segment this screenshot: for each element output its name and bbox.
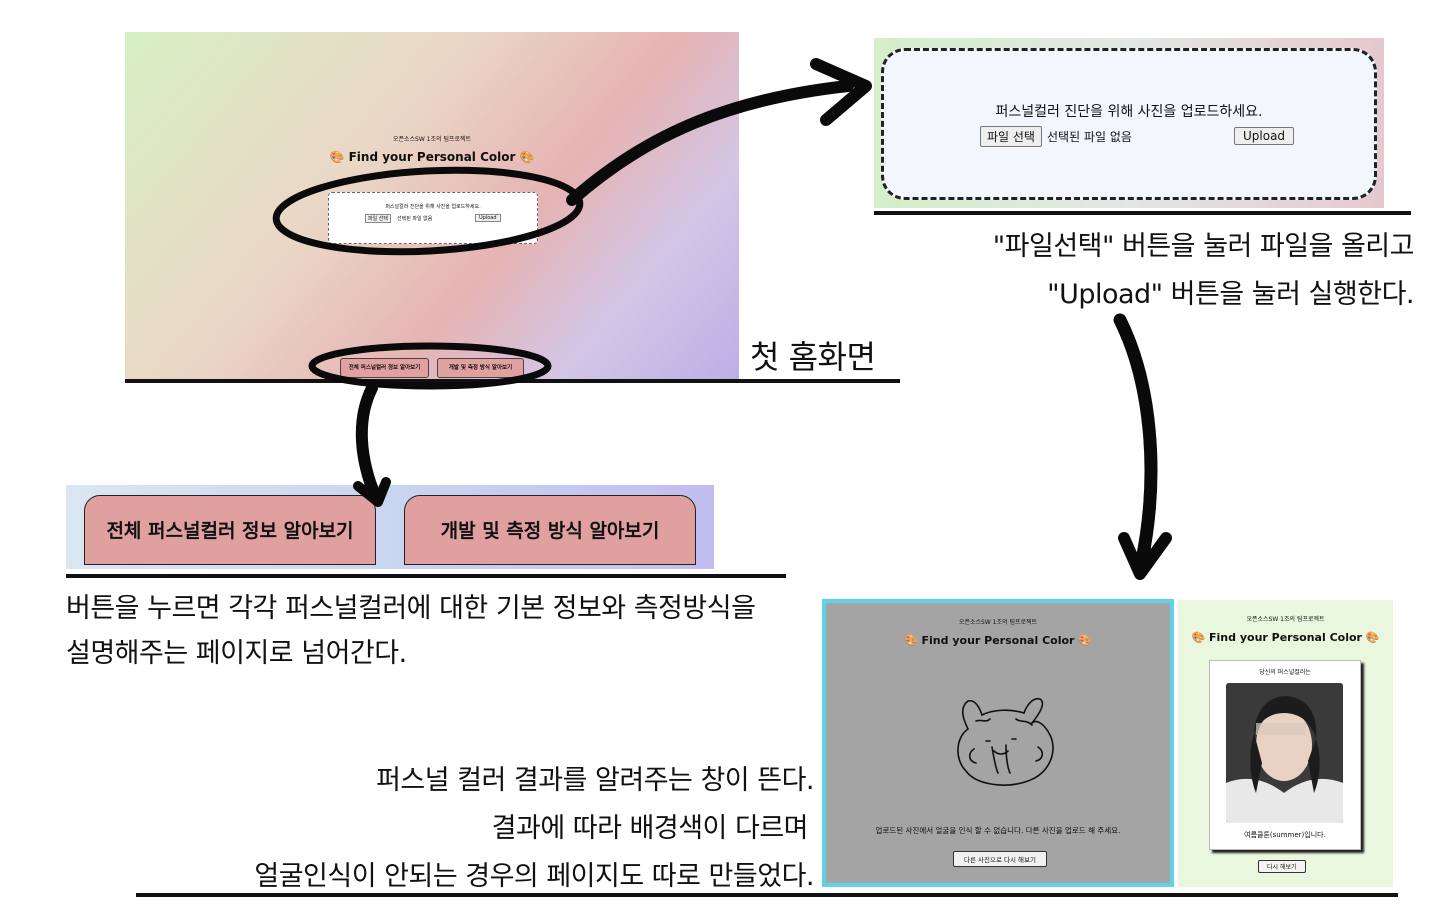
dev-button-zoomed[interactable]: 개발 및 측정 방식 알아보기 — [404, 495, 696, 565]
upload-button[interactable]: Upload — [475, 214, 501, 222]
arrow-to-buttons — [355, 382, 382, 504]
buttons-caption-line2: 설명해주는 페이지로 넘어간다. — [66, 638, 407, 669]
result-card: 당신의 퍼스널컬러는 여름쿨톤(summer)입니다. — [1209, 660, 1361, 850]
retry-other-photo-button[interactable]: 다른 사진으로 다시 해보기 — [953, 851, 1047, 867]
doodle-face-icon — [957, 697, 1054, 786]
page-title: 🎨 Find your Personal Color 🎨 — [1191, 631, 1380, 644]
upload-caption-line1: "파일선택" 버튼을 눌러 파일을 올리고 — [992, 231, 1415, 262]
result-caption-line3: 얼굴인식이 안되는 경우의 페이지도 따로 만들었다. — [254, 861, 814, 892]
fail-result-panel: 오픈소스SW 1조의 팀프로젝트 🎨 Find your Personal Co… — [822, 599, 1174, 887]
dev-button[interactable]: 개발 및 측정 방식 알아보기 — [437, 358, 524, 378]
home-underline — [125, 379, 900, 383]
success-result-panel: 오픈소스SW 1조의 팀프로젝트 🎨 Find your Personal Co… — [1178, 600, 1393, 887]
page-title: 🎨 Find your Personal Color 🎨 — [329, 150, 535, 164]
upload-button[interactable]: Upload — [1234, 127, 1295, 145]
file-status: 선택된 파일 없음 — [397, 216, 433, 222]
arrow-to-result-head — [1118, 532, 1172, 580]
face-photo — [1226, 683, 1343, 823]
upload-crop: 퍼스널컬러 진단을 위해 사진을 업로드하세요. 파일 선택 선택된 파일 없음… — [874, 38, 1384, 208]
upload-prompt: 퍼스널컬러 진단을 위해 사진을 업로드하세요. — [385, 204, 481, 210]
upload-box-zoomed: 퍼스널컬러 진단을 위해 사진을 업로드하세요. 파일 선택 선택된 파일 없음… — [881, 48, 1377, 200]
result-label: 당신의 퍼스널컬러는 — [1259, 669, 1311, 676]
fail-message: 업로드된 사진에서 얼굴을 인식 할 수 없습니다. 다른 사진을 업로드 해 … — [875, 826, 1121, 835]
file-select-button[interactable]: 파일 선택 — [980, 126, 1042, 147]
result-text: 여름쿨톤(summer)입니다. — [1244, 831, 1326, 839]
home-caption: 첫 홈화면 — [750, 338, 876, 376]
file-select-button[interactable]: 파일 선택 — [365, 214, 391, 223]
arrow-to-upload-head — [810, 58, 872, 126]
upload-caption-line2: "Upload" 버튼을 눌러 실행한다. — [1047, 279, 1414, 310]
buttons-crop: 전체 퍼스널컬러 정보 알아보기 개발 및 측정 방식 알아보기 — [66, 485, 714, 569]
buttons-caption-line1: 버튼을 누르면 각각 퍼스널컬러에 대한 기본 정보와 측정방식을 — [66, 593, 756, 624]
upload-prompt: 퍼스널컬러 진단을 위해 사진을 업로드하세요. — [995, 104, 1263, 120]
result-underline — [136, 893, 1398, 897]
info-button[interactable]: 전체 퍼스널컬러 정보 알아보기 — [340, 358, 429, 378]
arrow-to-result — [1113, 313, 1158, 567]
retry-button[interactable]: 다시 해보기 — [1258, 860, 1306, 873]
result-caption-line1: 퍼스널 컬러 결과를 알려주는 창이 뜬다. — [376, 765, 814, 796]
team-label: 오픈소스SW 1조의 팀프로젝트 — [958, 619, 1038, 626]
buttons-underline — [66, 574, 786, 578]
page-title: 🎨 Find your Personal Color 🎨 — [904, 634, 1092, 647]
team-label: 오픈소스SW 1조의 팀프로젝트 — [392, 136, 472, 143]
team-label: 오픈소스SW 1조의 팀프로젝트 — [1246, 616, 1325, 623]
upload-underline — [874, 211, 1411, 215]
home-screenshot: 오픈소스SW 1조의 팀프로젝트 🎨 Find your Personal Co… — [125, 32, 739, 380]
result-caption-line2: 결과에 따라 배경색이 다르며 — [491, 813, 809, 844]
file-status: 선택된 파일 없음 — [1047, 130, 1132, 144]
info-button-zoomed[interactable]: 전체 퍼스널컬러 정보 알아보기 — [84, 495, 376, 565]
upload-box: 퍼스널컬러 진단을 위해 사진을 업로드하세요. 파일 선택 선택된 파일 없음… — [328, 192, 538, 244]
